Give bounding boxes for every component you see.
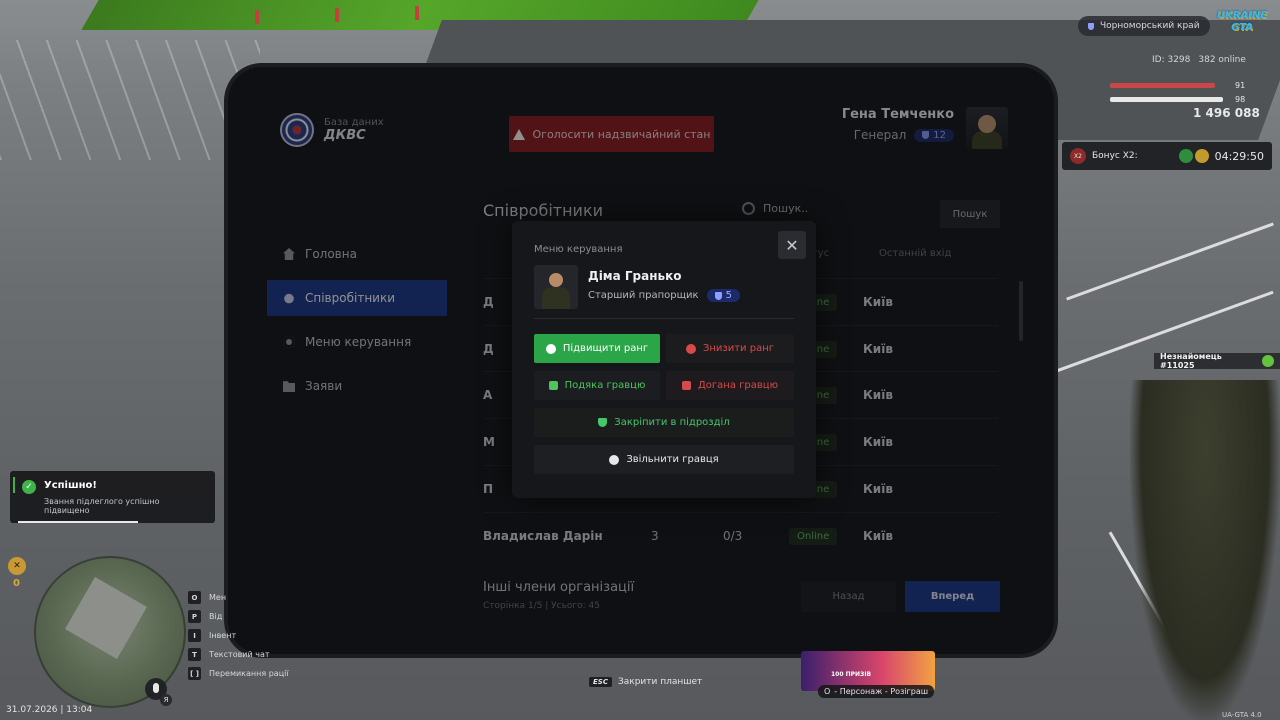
fire-label: Звільнити гравця: [626, 454, 719, 465]
server-logo: UKRAINE GTA: [1216, 10, 1268, 33]
microphone-icon: [153, 683, 159, 693]
check-icon: ✓: [22, 480, 36, 494]
divider: [534, 318, 794, 319]
thumbs-down-icon: [681, 381, 691, 390]
promo-caption-label: - Персонаж - Розіграш: [834, 687, 929, 696]
assign-label: Закріпити в підрозділ: [614, 417, 730, 428]
keybind-key: [ ]: [188, 667, 201, 680]
modal-title: Меню керування: [534, 244, 623, 255]
player-id-row: ID: 3298 382 online: [1152, 55, 1246, 65]
toast-text: Звання підлеглого успішно підвищено: [44, 497, 160, 515]
keybind-key: P: [188, 610, 201, 623]
bonus-icon: [1179, 149, 1193, 163]
player-avatar: [534, 265, 578, 309]
minimap-building: [65, 577, 147, 659]
keybind-item: I Інвент: [188, 626, 289, 645]
toast-progress: [18, 521, 138, 523]
region-name: Чорноморський край: [1100, 21, 1200, 31]
promote-button[interactable]: Підвищити ранг: [534, 334, 660, 363]
promo-key: O: [824, 687, 831, 696]
online-count: 382 online: [1198, 55, 1246, 65]
bonus-panel: X2 Бонус X2: 04:29:50: [1062, 142, 1272, 170]
bonus-badge: X2: [1070, 148, 1086, 164]
bonus-label: Бонус X2:: [1092, 151, 1138, 161]
star-icon: [1195, 149, 1209, 163]
compass-icon: ✕: [8, 557, 26, 575]
assign-unit-button[interactable]: Закріпити в підрозділ: [534, 408, 794, 437]
thanks-button[interactable]: Подяка гравцю: [534, 371, 660, 400]
health-bar: [1110, 83, 1215, 88]
keybind-label: Текстовий чат: [209, 650, 270, 659]
player-name: Діма Гранько: [588, 269, 682, 283]
rank-level: 5: [725, 290, 732, 301]
keybind-key: I: [188, 629, 201, 642]
bonus-timer: 04:29:50: [1214, 149, 1264, 163]
thanks-label: Подяка гравцю: [564, 380, 646, 391]
soldier-character: [1130, 380, 1280, 720]
compass-value: 0: [13, 578, 20, 589]
road-marking: [1066, 222, 1274, 301]
nametag-label: Незнайомець #11025: [1160, 352, 1222, 370]
armor-value: 98: [1235, 95, 1246, 104]
red-pole: [255, 10, 259, 24]
money-value: 1 496 088: [1193, 106, 1260, 120]
keybind-key: O: [188, 591, 201, 604]
health-value: 91: [1235, 81, 1246, 90]
keybind-item: P Від: [188, 607, 289, 626]
reprimand-label: Догана гравцю: [697, 380, 778, 391]
arrow-down-icon: [685, 343, 696, 354]
user-remove-icon: [609, 454, 620, 465]
microphone-icon: [1262, 355, 1274, 367]
toast-accent: [13, 477, 15, 493]
promo-text: 100 ПРИЗІВ: [831, 671, 872, 678]
red-pole: [415, 6, 419, 20]
keybind-list: O Мен P Від I Інвент T Текстовий чат [ ] Пере…: [188, 588, 289, 683]
tablet: База даних ДКВС Оголосити надзвичайний с…: [228, 67, 1054, 654]
arrow-up-icon: [545, 343, 556, 354]
shield-plus-icon: [598, 418, 608, 427]
demote-label: Знизити ранг: [702, 343, 775, 354]
language-indicator: Я: [160, 694, 172, 706]
armor-bar: [1110, 97, 1223, 102]
keybind-item: O Мен: [188, 588, 289, 607]
fence: [0, 40, 260, 160]
promo-caption: O - Персонаж - Розіграш: [818, 685, 935, 698]
fire-button[interactable]: Звільнити гравця: [534, 445, 794, 474]
demote-button[interactable]: Знизити ранг: [666, 334, 794, 363]
esc-key: ESC: [589, 677, 612, 687]
close-button[interactable]: ✕: [778, 231, 806, 259]
keybind-label: Мен: [209, 593, 227, 602]
thumbs-up-icon: [548, 381, 558, 390]
shield-icon: [1088, 22, 1094, 30]
control-menu-modal: Меню керування ✕ Діма Гранько Старший пр…: [512, 221, 816, 498]
tablet-screen: База даних ДКВС Оголосити надзвичайний с…: [252, 91, 1030, 630]
keybind-item: [ ] Перемикання рації: [188, 664, 289, 683]
keybind-key: T: [188, 648, 201, 661]
success-toast: ✓ Успішно! Звання підлеглого успішно під…: [10, 471, 215, 523]
reprimand-button[interactable]: Догана гравцю: [666, 371, 794, 400]
shield-icon: [714, 291, 722, 300]
player-rank-row: Старший прапорщик 5: [588, 289, 740, 302]
red-pole: [335, 8, 339, 22]
version-label: UA-GTA 4.0: [1222, 711, 1262, 719]
player-id: ID: 3298: [1152, 55, 1191, 65]
nametag: Незнайомець #11025: [1154, 352, 1280, 370]
keybind-item: T Текстовий чат: [188, 645, 289, 664]
toast-title: Успішно!: [44, 480, 97, 491]
player-rank: Старший прапорщик: [588, 290, 699, 301]
date-time: 31.07.2026 | 13:04: [6, 705, 93, 715]
keybind-label: Перемикання рації: [209, 669, 289, 678]
close-icon: ✕: [785, 235, 799, 255]
rank-badge: 5: [706, 289, 740, 302]
region-indicator: Чорноморський край: [1078, 16, 1210, 36]
keybind-label: Від: [209, 612, 223, 621]
promote-label: Підвищити ранг: [562, 343, 649, 354]
close-tablet-label: Закрити планшет: [617, 677, 703, 687]
close-tablet-hint: ESC Закрити планшет: [589, 677, 702, 687]
keybind-label: Інвент: [209, 631, 237, 640]
